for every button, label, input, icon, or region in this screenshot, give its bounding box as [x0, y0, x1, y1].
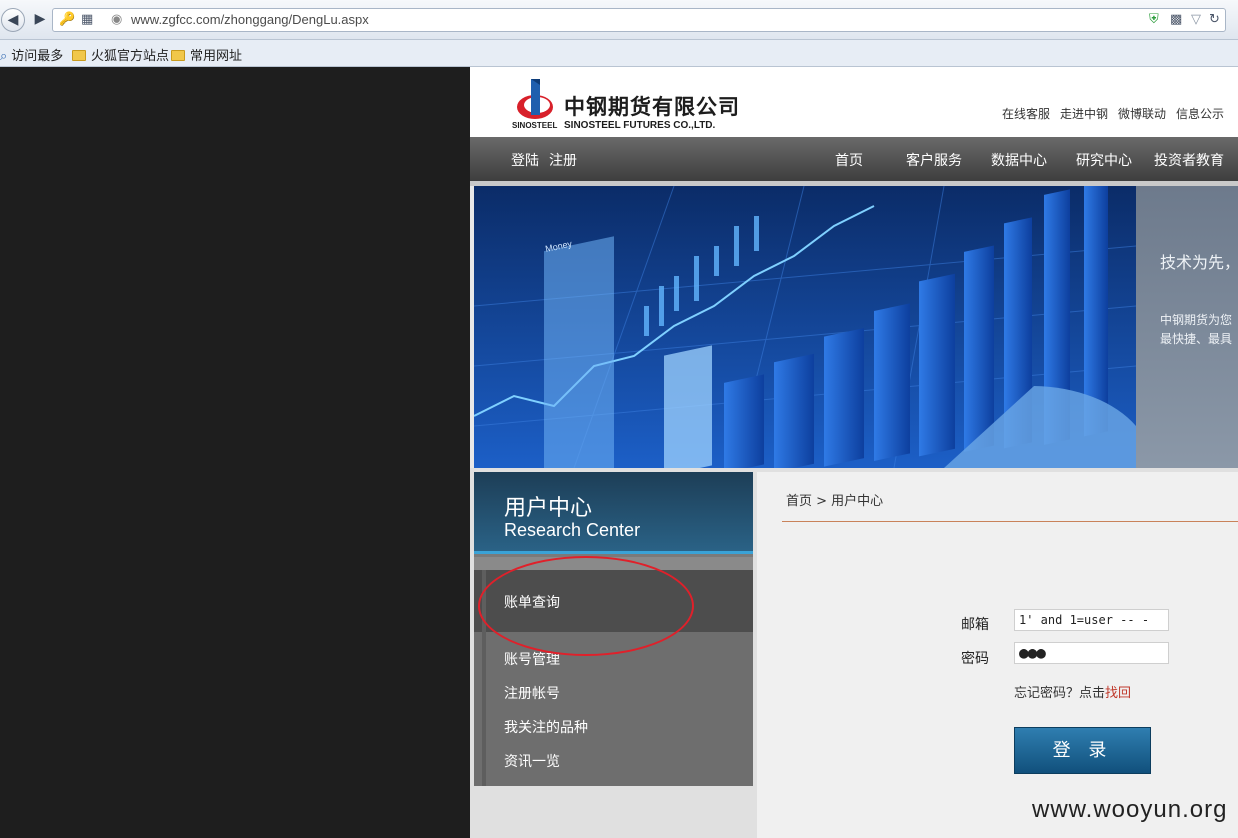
highlight-circle	[478, 556, 694, 656]
key-icon: 🔑	[59, 12, 76, 27]
qr-icon[interactable]: ▩	[1170, 12, 1182, 27]
link-weibo[interactable]: 微博联动	[1118, 107, 1166, 121]
back-button[interactable]: ◀	[1, 8, 25, 32]
page-icon: ▦	[81, 12, 94, 27]
top-links: 在线客服 走进中钢 微博联动 信息公示	[1002, 105, 1234, 122]
logo-mark-text: SINOSTEEL	[512, 121, 558, 130]
nav-customer-service[interactable]: 客户服务	[906, 150, 962, 170]
nav-register[interactable]: 注册	[549, 150, 577, 170]
folder-icon	[72, 50, 86, 61]
link-online-service[interactable]: 在线客服	[1002, 107, 1050, 121]
link-info[interactable]: 信息公示	[1176, 107, 1224, 121]
main-nav: 登陆 注册 首页 客户服务 数据中心 研究中心 投资者教育	[470, 137, 1238, 181]
link-about[interactable]: 走进中钢	[1060, 107, 1108, 121]
banner-desc-line2: 最快捷、最具	[1160, 332, 1233, 346]
nav-investor-education[interactable]: 投资者教育	[1154, 150, 1224, 170]
nav-research-center[interactable]: 研究中心	[1076, 150, 1132, 170]
login-button[interactable]: 登 录	[1014, 727, 1151, 774]
sidebar-subtitle: Research Center	[504, 520, 641, 540]
company-name-cn: 中钢期货有限公司	[564, 94, 740, 119]
browser-toolbar: ◀ ▶ 🔑 ▦ ◉ www.zgfcc.com/zhonggang/DengLu…	[0, 0, 1238, 40]
search-icon: ⌕	[0, 48, 8, 63]
nav-login[interactable]: 登陆	[511, 150, 539, 170]
company-name-en: SINOSTEEL FUTURES CO.,LTD.	[564, 120, 716, 131]
breadcrumb: 首页 > 用户中心	[786, 494, 884, 509]
forward-button[interactable]: ▶	[28, 8, 52, 32]
sidebar-header: 用户中心 Research Center	[474, 472, 753, 554]
nav-home[interactable]: 首页	[835, 150, 863, 170]
forgot-password-link[interactable]: 找回	[1105, 686, 1131, 701]
url-bar[interactable]: 🔑 ▦ ◉ www.zgfcc.com/zhonggang/DengLu.asp…	[52, 8, 1226, 32]
globe-icon: ◉	[111, 12, 123, 27]
financial-bars-image: Money	[474, 186, 1136, 468]
web-page: SINOSTEEL 中钢期货有限公司 SINOSTEEL FUTURES CO.…	[470, 67, 1238, 838]
sidebar-item-followed-products[interactable]: 我关注的品种	[504, 717, 588, 737]
forgot-password: 忘记密码？点击找回	[1014, 682, 1131, 701]
reload-icon[interactable]: ↻	[1209, 12, 1220, 27]
breadcrumb-divider	[782, 521, 1238, 522]
banner-slogan: 技术为先，	[1160, 253, 1238, 272]
sidebar-title: 用户中心	[504, 496, 593, 521]
hero-banner: Money 技术为先， 中钢期货为您 最快捷、最具	[474, 186, 1238, 468]
url-text[interactable]: www.zgfcc.com/zhonggang/DengLu.aspx	[131, 12, 369, 27]
nav-data-center[interactable]: 数据中心	[991, 150, 1047, 170]
sidebar-item-news[interactable]: 资讯一览	[504, 751, 560, 771]
bookmarks-bar: ⌕ 访问最多 火狐官方站点 常用网址	[0, 40, 1238, 67]
password-field[interactable]: ●●●	[1014, 642, 1169, 664]
login-panel: 首页 > 用户中心 邮箱 1' and 1=user -- - 密码 ●●● 忘…	[757, 472, 1238, 838]
bookmark-firefox-site[interactable]: 火狐官方站点	[72, 45, 169, 64]
password-label: 密码	[961, 651, 989, 667]
sidebar-item-register-account[interactable]: 注册帐号	[504, 683, 560, 703]
sidebar-list: 账号管理 注册帐号 我关注的品种 资讯一览	[474, 632, 753, 786]
forgot-password-text: 忘记密码？点击	[1014, 686, 1106, 701]
folder-icon	[171, 50, 185, 61]
email-label: 邮箱	[961, 617, 989, 633]
bookmark-common-sites[interactable]: 常用网址	[171, 45, 242, 64]
watermark: www.wooyun.org	[1032, 796, 1228, 823]
shield-icon[interactable]: ⛨	[1149, 12, 1159, 27]
email-field[interactable]: 1' and 1=user -- -	[1014, 609, 1169, 631]
bookmark-most-visited[interactable]: ⌕ 访问最多	[0, 45, 63, 64]
dropdown-icon[interactable]: ▽	[1191, 12, 1201, 27]
banner-desc-line1: 中钢期货为您	[1160, 313, 1233, 327]
site-header: SINOSTEEL 中钢期货有限公司 SINOSTEEL FUTURES CO.…	[470, 67, 1238, 137]
